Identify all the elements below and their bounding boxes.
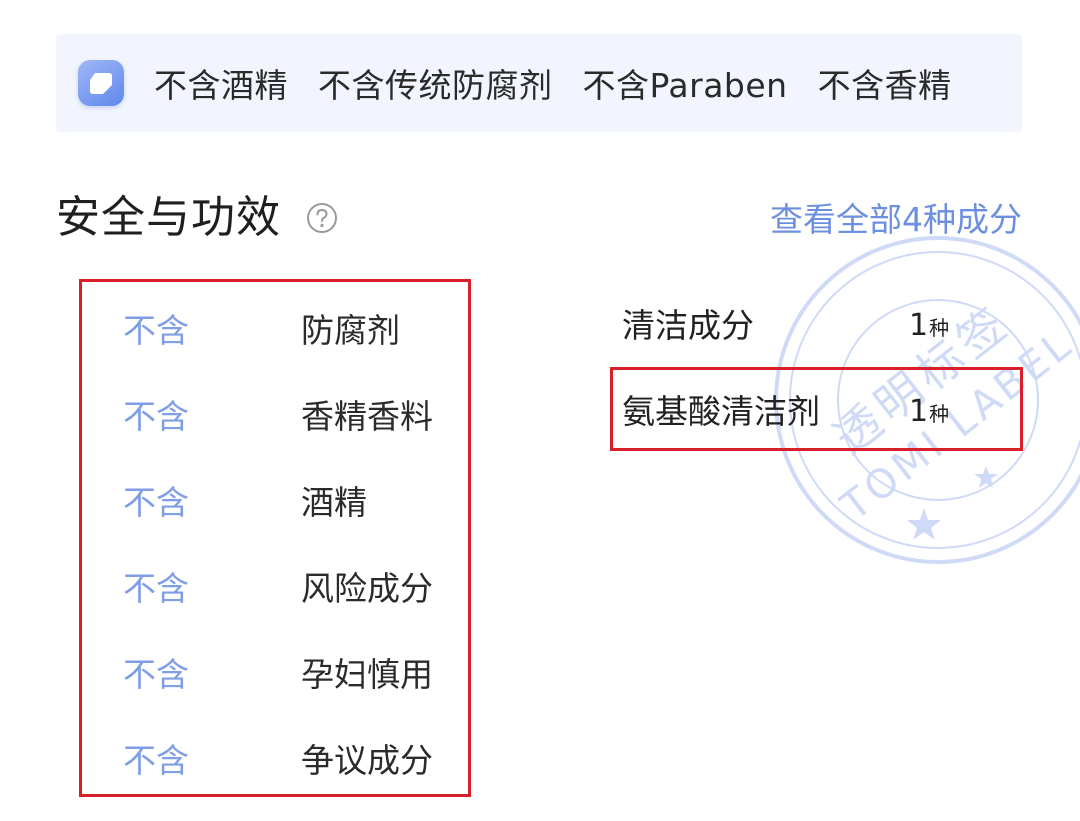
safety-item: 风险成分 (301, 569, 433, 608)
ingredient-count: 1种 (909, 394, 950, 429)
safety-row: 不含 争议成分 (82, 718, 468, 804)
banner-tag: 不含传统防腐剂 (318, 66, 553, 105)
section-title: 安全与功效 (56, 192, 281, 243)
no-additives-banner: 不含酒精 不含传统防腐剂 不含Paraben 不含香精 (56, 34, 1022, 132)
question-circle-icon[interactable] (306, 202, 338, 234)
ingredient-row[interactable]: 氨基酸清洁剂 1种 (622, 382, 1022, 442)
safety-status: 不含 (123, 311, 189, 350)
ingredient-unit: 种 (929, 316, 950, 340)
safety-item: 争议成分 (301, 741, 433, 780)
safety-row: 不含 防腐剂 (82, 288, 468, 374)
safety-item: 防腐剂 (301, 311, 400, 350)
safety-item: 孕妇慎用 (301, 655, 433, 694)
safety-status: 不含 (123, 655, 189, 694)
safety-item: 酒精 (301, 483, 367, 522)
ingredient-name: 清洁成分 (622, 306, 754, 345)
tag-icon (78, 60, 124, 106)
safety-list: 不含 防腐剂 不含 香精香料 不含 酒精 不含 风险成分 不含 孕妇慎用 不含 … (79, 279, 471, 797)
ingredient-count: 1种 (909, 308, 950, 343)
safety-row: 不含 孕妇慎用 (82, 632, 468, 718)
safety-row: 不含 香精香料 (82, 374, 468, 460)
safety-item: 香精香料 (301, 397, 433, 436)
banner-tag-list: 不含酒精 不含传统防腐剂 不含Paraben 不含香精 (154, 34, 982, 132)
safety-row: 不含 酒精 (82, 460, 468, 546)
ingredient-name: 氨基酸清洁剂 (622, 392, 820, 431)
safety-status: 不含 (123, 569, 189, 608)
banner-tag: 不含香精 (817, 66, 952, 105)
ingredient-row[interactable]: 清洁成分 1种 (622, 296, 1022, 356)
banner-tag: 不含酒精 (154, 66, 288, 105)
safety-status: 不含 (123, 483, 189, 522)
safety-row: 不含 风险成分 (82, 546, 468, 632)
safety-status: 不含 (123, 741, 189, 780)
banner-tag: 不含Paraben (582, 66, 788, 105)
ingredient-unit: 种 (929, 402, 950, 426)
safety-status: 不含 (123, 397, 189, 436)
